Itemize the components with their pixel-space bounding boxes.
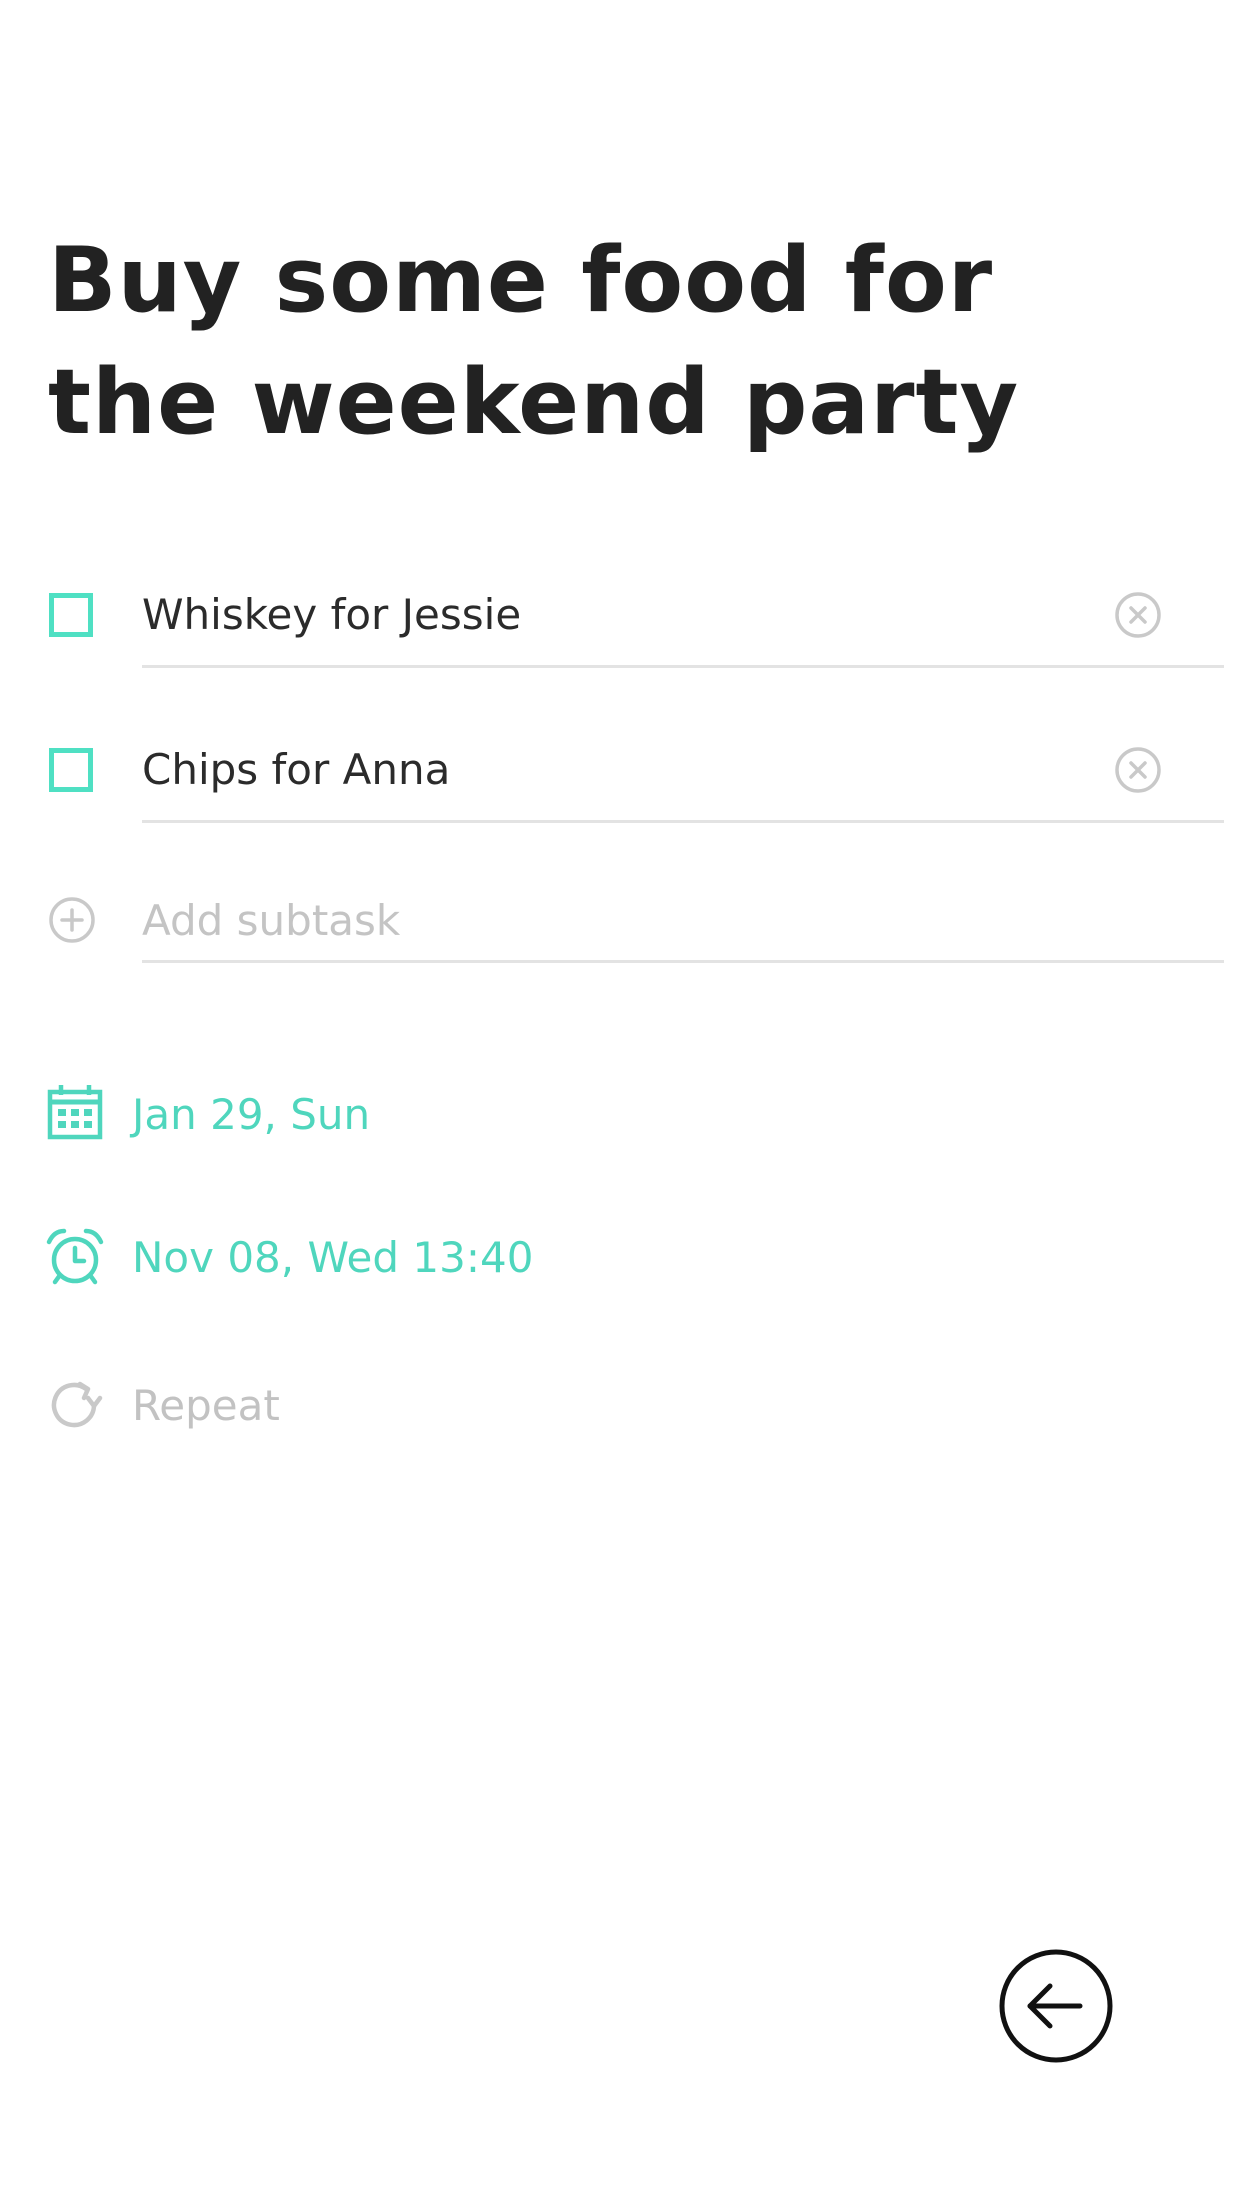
alarm-clock-icon	[46, 1228, 104, 1285]
repeat-label: Repeat	[132, 1381, 280, 1430]
add-subtask-input[interactable]	[142, 890, 1142, 950]
subtask-divider	[142, 820, 1224, 823]
task-title[interactable]: Buy some food for the weekend party	[48, 220, 1168, 464]
due-date-label: Jan 29, Sun	[132, 1090, 371, 1139]
reminder-row[interactable]: Nov 08, Wed 13:40	[0, 1220, 700, 1300]
subtask-label[interactable]: Whiskey for Jessie	[142, 585, 521, 645]
repeat-icon	[51, 1381, 103, 1428]
remove-subtask-icon[interactable]	[1114, 746, 1162, 794]
reminder-label: Nov 08, Wed 13:40	[132, 1233, 534, 1282]
due-date-row[interactable]: Jan 29, Sun	[0, 1077, 700, 1157]
subtask-checkbox[interactable]	[49, 593, 93, 637]
add-subtask-divider	[142, 960, 1224, 963]
back-button[interactable]	[998, 1948, 1114, 2064]
subtask-label[interactable]: Chips for Anna	[142, 740, 450, 800]
subtask-divider	[142, 665, 1224, 668]
plus-circle-icon[interactable]	[48, 896, 96, 944]
add-subtask-row	[0, 890, 1242, 1010]
subtask-row: Chips for Anna	[0, 735, 1242, 855]
calendar-icon	[47, 1085, 103, 1140]
subtask-row: Whiskey for Jessie	[0, 580, 1242, 700]
subtask-checkbox[interactable]	[49, 748, 93, 792]
remove-subtask-icon[interactable]	[1114, 591, 1162, 639]
repeat-row[interactable]: Repeat	[0, 1368, 700, 1448]
